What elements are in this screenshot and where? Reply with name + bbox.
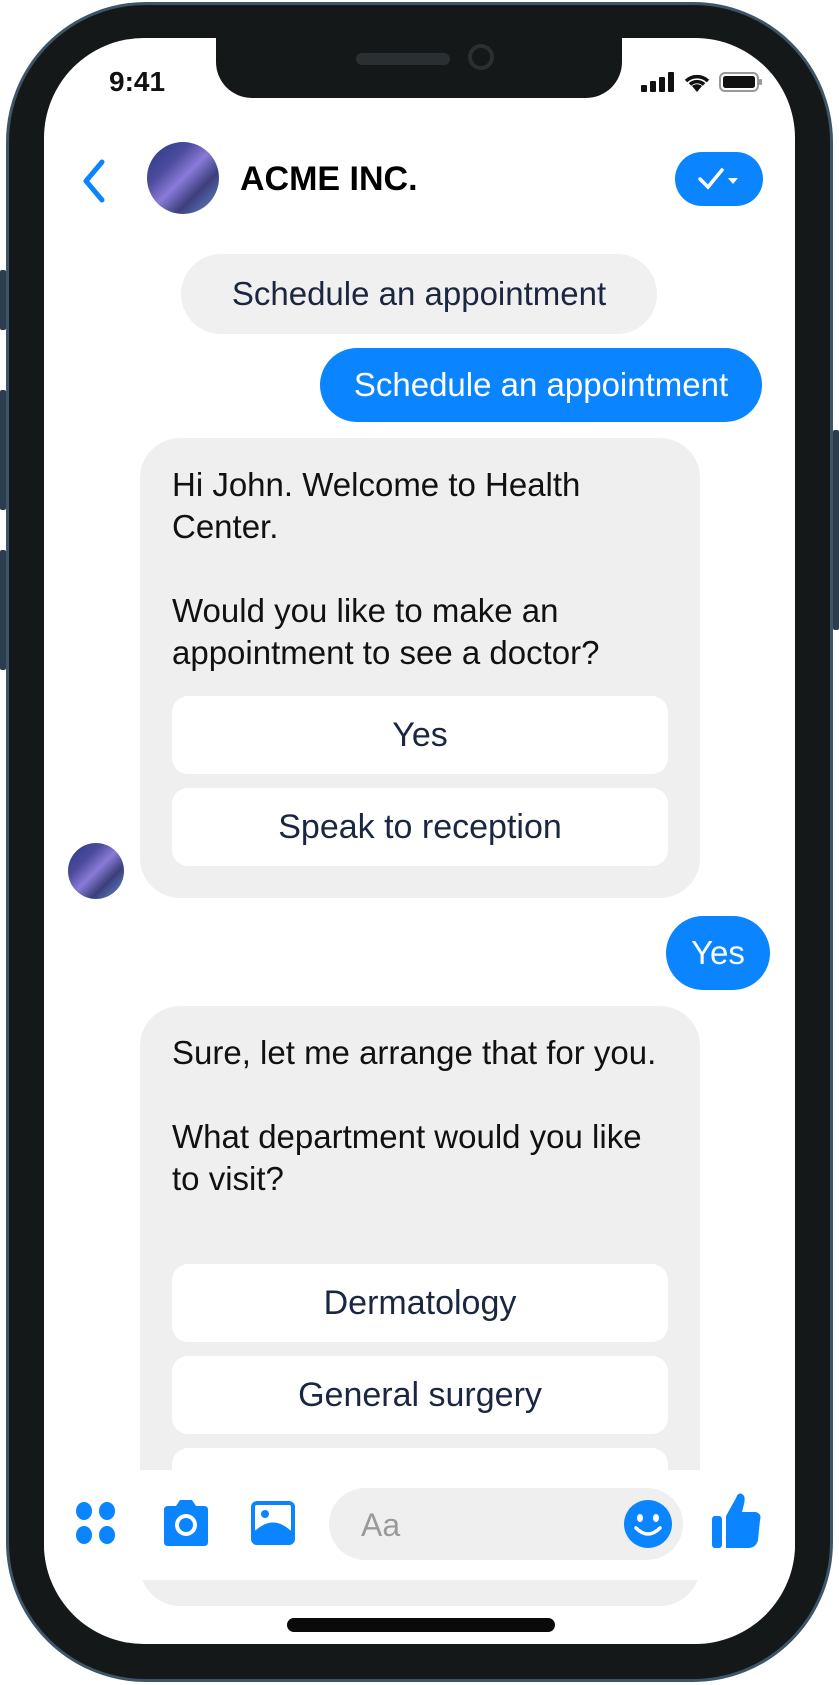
message-line: What department would you like to visit? <box>172 1118 642 1197</box>
volume-up-button <box>0 390 6 510</box>
bot-avatar <box>68 843 124 899</box>
battery-icon <box>719 72 762 92</box>
contact-avatar[interactable] <box>147 142 219 214</box>
mute-switch <box>0 270 6 330</box>
chat-header: ACME INC. <box>44 138 795 218</box>
camera-icon[interactable] <box>160 1496 212 1548</box>
message-text: Hi John. Welcome to Health Center. Would… <box>172 464 670 674</box>
message-line: Sure, let me arrange that for you. <box>172 1034 657 1071</box>
status-icons <box>641 72 763 92</box>
checkmark-dropdown-icon <box>698 168 738 190</box>
quick-reply-speak-to-reception[interactable]: Speak to reception <box>172 788 668 866</box>
speaker-grille <box>356 53 450 65</box>
message-text: Sure, let me arrange that for you. What … <box>172 1032 670 1200</box>
suggestion-chip[interactable]: Schedule an appointment <box>181 254 657 334</box>
quick-reply-dermatology[interactable]: Dermatology <box>172 1264 668 1342</box>
message-input[interactable] <box>359 1502 613 1548</box>
quick-reply-yes[interactable]: Yes <box>172 696 668 774</box>
emoji-icon[interactable] <box>623 1499 673 1549</box>
message-input-container <box>329 1488 683 1560</box>
power-button <box>833 430 839 630</box>
quick-reply-general-surgery[interactable]: General surgery <box>172 1356 668 1434</box>
notch <box>216 38 622 98</box>
volume-down-button <box>0 550 6 670</box>
wifi-icon <box>684 74 710 92</box>
home-indicator[interactable] <box>287 1618 555 1632</box>
front-camera <box>468 44 494 70</box>
sent-message: Schedule an appointment <box>320 348 762 422</box>
received-message: Hi John. Welcome to Health Center. Would… <box>140 438 700 898</box>
message-line: Would you like to make an appointment to… <box>172 592 600 671</box>
phone-screen: 9:41 ACME INC. Schedule an appointment S… <box>44 38 795 1644</box>
chevron-left-icon[interactable] <box>76 156 116 206</box>
image-icon[interactable] <box>250 1500 296 1546</box>
message-composer <box>44 1470 795 1580</box>
contact-name[interactable]: ACME INC. <box>240 160 418 199</box>
sent-message: Yes <box>666 916 770 990</box>
thumbs-up-icon[interactable] <box>710 1490 762 1550</box>
apps-icon[interactable] <box>74 1500 118 1546</box>
verify-dropdown-button[interactable] <box>675 152 763 206</box>
cellular-signal-icon <box>641 72 674 92</box>
message-line: Hi John. Welcome to Health Center. <box>172 466 581 545</box>
status-time: 9:41 <box>109 66 166 97</box>
